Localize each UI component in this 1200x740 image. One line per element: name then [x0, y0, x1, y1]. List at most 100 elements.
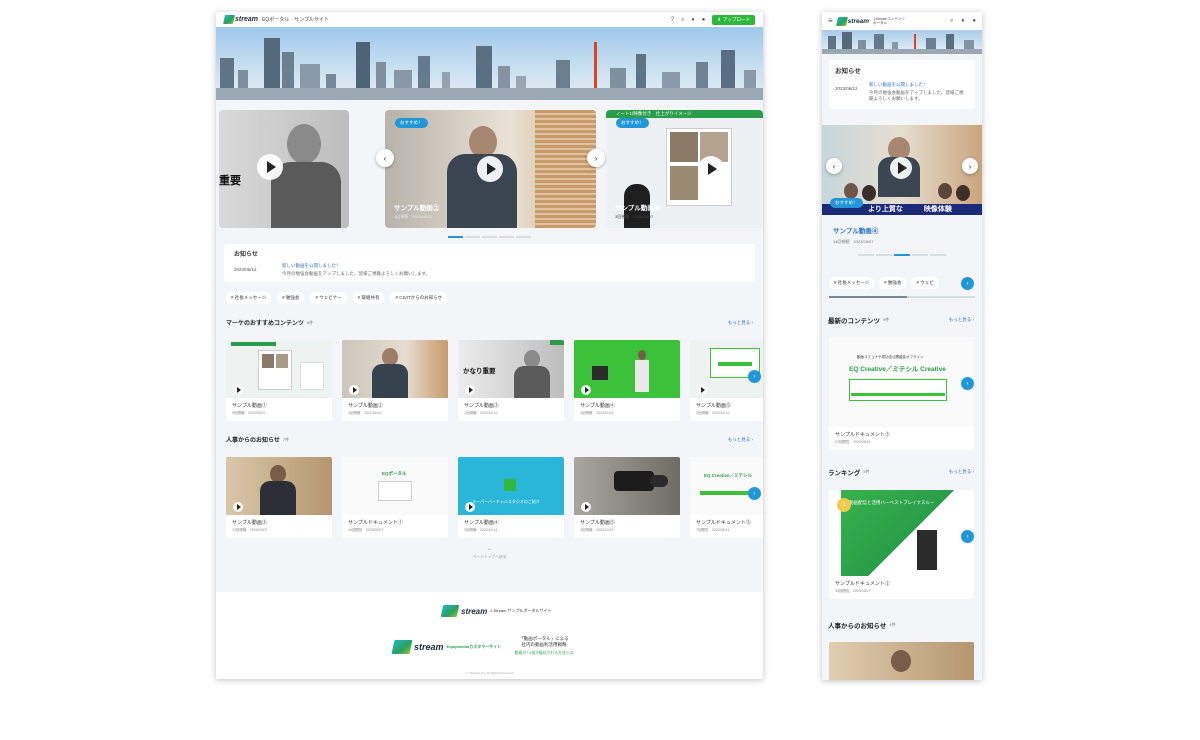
- search-icon[interactable]: ⌕: [950, 18, 953, 24]
- bell-icon[interactable]: ♦: [961, 18, 964, 24]
- content-card[interactable]: [829, 642, 974, 680]
- card-title: サンプル動画②: [348, 403, 383, 409]
- more-link[interactable]: もっと見る ›: [949, 469, 974, 475]
- card-title: サンプル動画⑤: [580, 520, 615, 526]
- slide-title: サンプル動画②: [394, 205, 440, 212]
- notice-link[interactable]: 新しい動画を公開しました！: [869, 82, 965, 88]
- logo-text: stream: [847, 17, 869, 25]
- tag-next-button[interactable]: ›: [961, 277, 974, 290]
- play-icon[interactable]: [257, 154, 283, 180]
- card-thumbnail: スーパーバーチャルスタジオのご紹介: [458, 457, 564, 515]
- pagination-dot[interactable]: [876, 254, 892, 256]
- tag-scrollbar[interactable]: [829, 296, 907, 298]
- section-title: ランキング: [828, 470, 861, 477]
- carousel-next-button[interactable]: ›: [962, 158, 978, 174]
- card-title: サンプル動画③: [464, 403, 499, 409]
- customer-site-banner[interactable]: stream Equipmediaカスタマーサイト: [391, 640, 501, 654]
- footer: stream J-Stream サンプルポータルサイト stream Equip…: [216, 592, 763, 679]
- pagination-dot[interactable]: [499, 236, 514, 238]
- logo[interactable]: stream: [835, 16, 869, 26]
- pagination-dot[interactable]: [894, 254, 910, 256]
- content-card[interactable]: サンプル動画① 9回視聴 2023/03/07: [226, 340, 332, 421]
- tag-chip[interactable]: # 勉強会: [879, 277, 907, 289]
- content-card[interactable]: 動画配信と活用ハーベストブレイクスルー 1 サンプルドキュメント② 33回閲覧 …: [829, 490, 974, 599]
- more-link[interactable]: もっと見る ›: [949, 317, 974, 323]
- rank-badge: 1: [837, 498, 851, 512]
- slide-heading: ノート1/映像付き 仕上がりイメージ: [616, 111, 692, 116]
- row-next-button[interactable]: ›: [748, 370, 761, 383]
- footer-logo[interactable]: stream J-Stream サンプルポータルサイト: [440, 605, 551, 617]
- tag-chip[interactable]: # 社長メッセージ: [226, 292, 272, 304]
- hero-banner: [822, 30, 982, 54]
- tag-chip[interactable]: # CS/ITからのお知らせ: [390, 292, 448, 304]
- tag-chip[interactable]: # ウェビナー: [310, 292, 347, 304]
- pagination-dot[interactable]: [858, 254, 874, 256]
- tag-list: # 社長メッセージ # 勉強会 # ウェビナー # 取組共有 # CS/ITから…: [216, 292, 763, 304]
- content-card[interactable]: サンプル動画③ 12回視聴 2023/03/07: [226, 457, 332, 538]
- back-to-top[interactable]: ⌃ ページトップへ戻る: [216, 548, 763, 560]
- content-card[interactable]: スーパーバーチャルスタジオのご紹介 サンプル動画④ 3回視聴 2023/11/1…: [458, 457, 564, 538]
- slide-title: サンプル動画⑤: [615, 205, 661, 212]
- bell-icon[interactable]: ♦: [692, 17, 695, 23]
- menu-icon[interactable]: ≡: [828, 17, 833, 25]
- carousel-prev-button[interactable]: ‹: [826, 158, 842, 174]
- play-icon[interactable]: [698, 156, 724, 182]
- card-thumbnail: [574, 340, 680, 398]
- tag-chip[interactable]: # 取組共有: [352, 292, 385, 304]
- carousel-slide-featured[interactable]: おすすめ！ サンプル動画② 4回視聴 2021/06/31: [385, 110, 596, 228]
- desktop-screen: stream EQポータル サンプルサイト ? ⌕ ♦ ● ⬆ アップロード 重…: [216, 12, 763, 679]
- content-card[interactable]: サンプル動画⑤ 4回視聴 2023/12/19: [574, 457, 680, 538]
- logo[interactable]: stream: [223, 15, 258, 24]
- slide-meta: 14回視聴 2023/03/07: [833, 239, 874, 244]
- row-next-button[interactable]: ›: [748, 487, 761, 500]
- carousel-slide[interactable]: 重要: [219, 110, 349, 228]
- pagination-dot[interactable]: [912, 254, 928, 256]
- pagination-dot[interactable]: [448, 236, 463, 238]
- search-icon[interactable]: ⌕: [681, 17, 684, 23]
- play-icon[interactable]: [477, 156, 503, 182]
- tag-chip[interactable]: # 勉強会: [277, 292, 305, 304]
- row-next-button[interactable]: ›: [961, 377, 974, 390]
- pagination-dot[interactable]: [482, 236, 497, 238]
- card-meta: 7回閲覧 2023/06/14: [696, 528, 730, 532]
- card-title: サンプル動画⑤: [696, 403, 731, 409]
- content-card[interactable]: サンプル動画② 4回視聴 2021/06/31: [342, 340, 448, 421]
- slide-title[interactable]: サンプル動画④: [833, 225, 878, 235]
- carousel-next-button[interactable]: ›: [587, 149, 605, 167]
- more-link[interactable]: もっと見る ›: [728, 437, 753, 443]
- notice-date: 2023/06/12: [234, 267, 257, 272]
- content-card[interactable]: 動画コミュナケ成功法公開盛会オフライン EQ Creative／ミテシル Cre…: [829, 337, 974, 450]
- slide-overlay-text: 重要: [219, 175, 241, 187]
- section-count: 7件: [282, 436, 290, 442]
- content-card[interactable]: かなり重要 サンプル動画③ 1回視聴 2023/11/14: [458, 340, 564, 421]
- recommend-badge: おすすめ！: [830, 198, 863, 208]
- play-icon: [233, 502, 243, 512]
- carousel-slide[interactable]: ノート1/映像付き 仕上がりイメージ おすすめ！ サンプル動画⑤ 3回視聴 20…: [606, 110, 763, 228]
- pagination-dot[interactable]: [516, 236, 531, 238]
- tag-chip[interactable]: # 社長メッセージ: [829, 277, 875, 289]
- user-icon[interactable]: ●: [972, 18, 976, 24]
- section-title: マーケのおすすめコンテンツ: [226, 321, 305, 327]
- content-card[interactable]: サンプル動画④ 4回視聴 2023/11/14: [574, 340, 680, 421]
- section-header: マーケのおすすめコンテンツ 8件 もっと見る ›: [216, 318, 763, 328]
- card-thumbnail: [342, 340, 448, 398]
- pagination-dot[interactable]: [930, 254, 946, 256]
- notice-link[interactable]: 新しい動画を公開しました！: [282, 263, 430, 269]
- slide-meta: 4回視聴 2021/06/31: [394, 214, 433, 219]
- play-icon[interactable]: [890, 157, 912, 179]
- help-icon[interactable]: ?: [671, 17, 674, 23]
- logo-mark: [440, 605, 460, 617]
- strategy-banner[interactable]: 「動画ポータル」による 社内の動画利活用戦略 動画が7.5倍大幅化される方法とは: [514, 636, 574, 656]
- content-card[interactable]: EQポータル サンプルドキュメント① 16回閲覧 2023/03/07: [342, 457, 448, 538]
- user-icon[interactable]: ●: [702, 17, 706, 23]
- recommend-badge: おすすめ！: [616, 118, 649, 128]
- carousel-prev-button[interactable]: ‹: [376, 149, 394, 167]
- card-thumbnail: [226, 340, 332, 398]
- pagination-dot[interactable]: [465, 236, 480, 238]
- carousel-slide-featured[interactable]: より上質な 映像体験 おすすめ！ ‹ ›: [822, 125, 982, 215]
- more-link[interactable]: もっと見る ›: [728, 320, 753, 326]
- play-icon: [349, 385, 359, 395]
- upload-button[interactable]: ⬆ アップロード: [712, 14, 755, 25]
- tag-chip[interactable]: # ウェビ: [911, 277, 939, 289]
- row-next-button[interactable]: ›: [961, 530, 974, 543]
